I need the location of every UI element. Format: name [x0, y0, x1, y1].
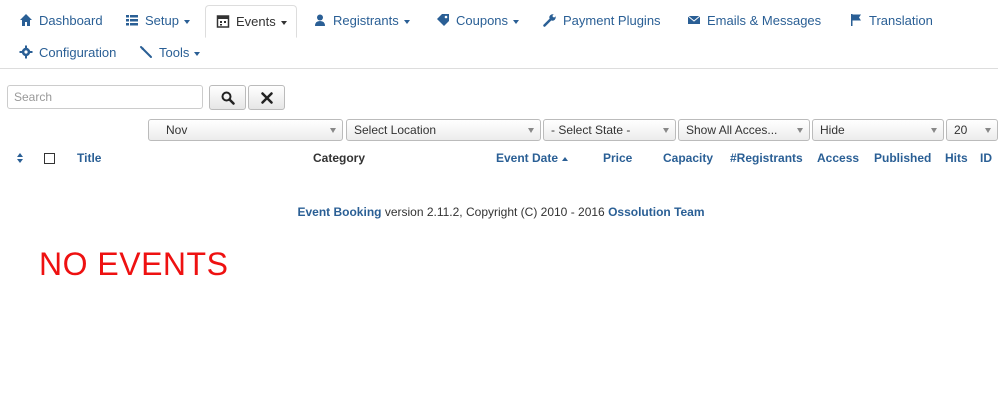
- chevron-down-icon: [194, 51, 201, 56]
- nav-translation[interactable]: Translation: [849, 5, 933, 37]
- search-icon: [221, 91, 235, 105]
- chevron-down-icon: [330, 128, 336, 133]
- flag-icon: [849, 7, 863, 26]
- tag-icon: [436, 7, 450, 26]
- nav-emails-messages[interactable]: Emails & Messages: [687, 5, 821, 37]
- wrench-icon: [543, 7, 557, 27]
- list-icon: [125, 7, 139, 26]
- clear-search-button[interactable]: [248, 85, 285, 110]
- chevron-down-icon: [403, 19, 410, 24]
- nav-setup[interactable]: Setup: [125, 5, 190, 37]
- column-title[interactable]: Title: [77, 150, 101, 166]
- column-registrants[interactable]: #Registrants: [730, 150, 803, 166]
- location-filter-select[interactable]: Select Location: [346, 119, 541, 141]
- hide-filter-value: Hide: [820, 123, 845, 137]
- nav-configuration[interactable]: Configuration: [19, 37, 116, 69]
- nav-payment-plugins-label: Payment Plugins: [563, 13, 661, 28]
- chevron-down-icon: [513, 19, 520, 24]
- nav-dashboard[interactable]: Dashboard: [19, 5, 103, 37]
- top-nav: Dashboard Setup Events Registrants Coupo…: [0, 0, 998, 69]
- footer-copyright: Event Booking version 2.11.2, Copyright …: [0, 205, 998, 219]
- nav-tools-label: Tools: [159, 45, 190, 60]
- chevron-down-icon: [528, 128, 534, 133]
- month-filter-select[interactable]: Nov: [148, 119, 343, 141]
- column-published[interactable]: Published: [874, 150, 931, 166]
- limit-value: 20: [954, 123, 968, 137]
- column-hits[interactable]: Hits: [945, 150, 968, 166]
- month-filter-value: Nov: [166, 123, 188, 137]
- nav-payment-plugins[interactable]: Payment Plugins: [543, 5, 661, 37]
- close-icon: [260, 91, 273, 104]
- column-id[interactable]: ID: [980, 150, 992, 166]
- hide-filter-select[interactable]: Hide: [812, 119, 944, 141]
- nav-events-label: Events: [236, 14, 276, 29]
- search-input[interactable]: [7, 85, 203, 109]
- nav-registrants[interactable]: Registrants: [313, 5, 410, 37]
- home-icon: [19, 7, 33, 26]
- state-filter-value: - Select State -: [551, 123, 631, 137]
- footer-company-link[interactable]: Ossolution Team: [608, 205, 704, 219]
- column-event-date[interactable]: Event Date: [496, 150, 569, 166]
- chevron-down-icon: [183, 19, 190, 24]
- column-category: Category: [313, 151, 366, 165]
- chevron-down-icon: [985, 128, 991, 133]
- chevron-down-icon: [663, 128, 669, 133]
- nav-setup-label: Setup: [145, 13, 179, 28]
- access-filter-value: Show All Acces...: [686, 123, 778, 137]
- nav-coupons-label: Coupons: [456, 13, 509, 28]
- nav-emails-messages-label: Emails & Messages: [707, 13, 822, 28]
- nav-configuration-label: Configuration: [39, 45, 117, 60]
- calendar-icon: [216, 8, 230, 28]
- select-all-checkbox[interactable]: [44, 153, 55, 164]
- search-button[interactable]: [209, 85, 246, 110]
- column-event-date-label: Event Date: [496, 151, 559, 165]
- user-icon: [313, 7, 327, 26]
- column-price[interactable]: Price: [603, 150, 632, 166]
- nav-dashboard-label: Dashboard: [39, 13, 103, 28]
- column-access[interactable]: Access: [817, 150, 859, 166]
- footer-version-text: version 2.11.2, Copyright (C) 2010 - 201…: [381, 205, 609, 219]
- nav-tools[interactable]: Tools: [139, 37, 201, 69]
- location-filter-value: Select Location: [354, 123, 437, 137]
- state-filter-select[interactable]: - Select State -: [543, 119, 676, 141]
- envelope-icon: [687, 7, 701, 24]
- empty-message: NO EVENTS: [39, 246, 229, 282]
- column-capacity[interactable]: Capacity: [663, 150, 713, 166]
- access-filter-select[interactable]: Show All Acces...: [678, 119, 810, 141]
- nav-registrants-label: Registrants: [333, 13, 399, 28]
- nav-translation-label: Translation: [869, 13, 933, 28]
- gear-icon: [19, 39, 33, 59]
- sort-icon[interactable]: [16, 152, 24, 164]
- nav-coupons[interactable]: Coupons: [436, 5, 520, 37]
- limit-select[interactable]: 20: [946, 119, 998, 141]
- chevron-down-icon: [797, 128, 803, 133]
- chevron-down-icon: [280, 20, 287, 25]
- tools-icon: [139, 39, 153, 58]
- chevron-down-icon: [931, 128, 937, 133]
- footer-product-link[interactable]: Event Booking: [297, 205, 381, 219]
- sort-asc-icon: [562, 156, 569, 161]
- nav-events[interactable]: Events: [205, 5, 297, 38]
